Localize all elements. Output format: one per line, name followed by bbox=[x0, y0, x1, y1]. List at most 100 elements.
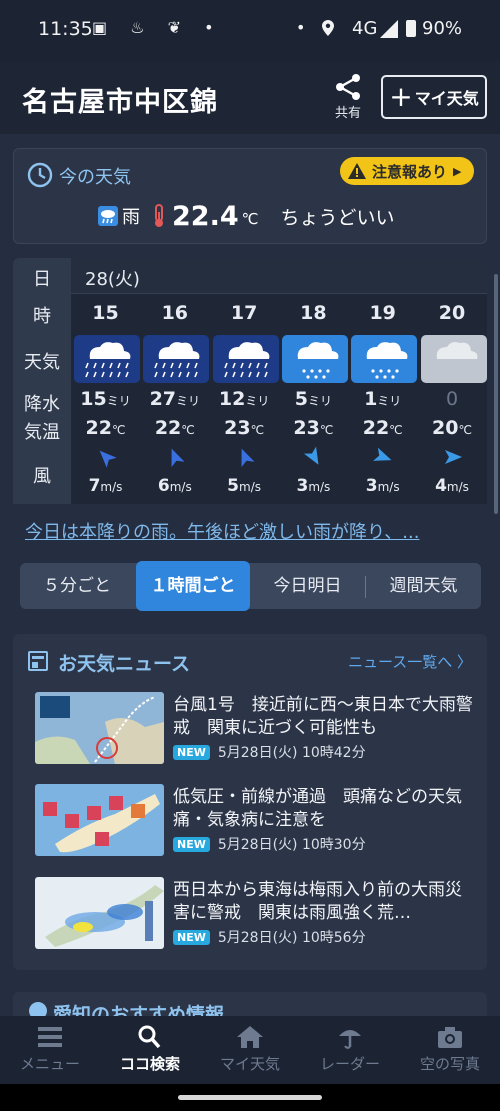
battery-icon bbox=[406, 20, 416, 37]
alert-label: 注意報あり bbox=[372, 162, 448, 181]
precip-cell: 0 bbox=[418, 388, 487, 410]
gesture-bar bbox=[0, 1084, 500, 1111]
temp-cell: 23℃ bbox=[210, 417, 279, 439]
headache-map-thumbnail bbox=[35, 784, 164, 856]
segment-5min[interactable]: ５分ごと bbox=[20, 563, 134, 609]
wind-cell: 4m/s bbox=[418, 476, 487, 496]
forecast-summary-link[interactable]: 今日は本降りの雨。午後ほど激しい雨が降り、... bbox=[25, 518, 419, 544]
nav-label: 空の写真 bbox=[419, 1055, 480, 1073]
hour-column: 20 0 20℃ 4m/s bbox=[418, 294, 487, 504]
news-headline: 低気圧・前線が通過 頭痛などの天気痛・気象病に注意を bbox=[173, 787, 462, 830]
scrollbar[interactable] bbox=[494, 274, 498, 514]
wind-value: 5 bbox=[227, 476, 240, 496]
temp-cell: 23℃ bbox=[279, 417, 348, 439]
hour-label: 16 bbox=[161, 302, 189, 324]
news-item[interactable]: 台風1号 接近前に西～東日本で大雨警戒 関東に近づく可能性も NEW 5月28日(… bbox=[35, 692, 475, 766]
status-time: 11:35 bbox=[38, 18, 93, 40]
nav-label: ココ検索 bbox=[119, 1055, 180, 1073]
share-button[interactable]: 共有 bbox=[330, 70, 366, 126]
home-indicator[interactable] bbox=[178, 1095, 322, 1100]
row-label-hour: 時 bbox=[33, 306, 51, 327]
new-badge: NEW bbox=[173, 836, 210, 852]
interval-segmented-control[interactable]: ５分ごと １時間ごと 今日明日 週間天気 bbox=[20, 561, 481, 611]
warning-icon bbox=[348, 163, 366, 179]
precip-cell: 12ミリ bbox=[210, 388, 279, 410]
new-badge: NEW bbox=[173, 744, 210, 760]
hour-label: 18 bbox=[300, 302, 327, 324]
rain-icon bbox=[98, 206, 118, 226]
hour-label: 17 bbox=[230, 302, 258, 324]
current-weather-card[interactable]: 今の天気 注意報あり ▶ 雨 22.4 ℃ ちょうどいい bbox=[13, 148, 487, 244]
news-card: お天気ニュース ニュース一覧へ 〉 台風1号 接近前に西～東日本で大雨警戒 関東… bbox=[13, 634, 487, 970]
main-content[interactable]: 今の天気 注意報あり ▶ 雨 22.4 ℃ ちょうどいい 日 時 天気 降水 気… bbox=[0, 134, 500, 1016]
news-headline: 台風1号 接近前に西～東日本で大雨警戒 関東に近づく可能性も bbox=[173, 695, 473, 738]
hour-column: 19 1ミリ 22℃ 3m/s bbox=[348, 294, 418, 504]
news-item[interactable]: 西日本から東海は梅雨入り前の大雨災害に警戒 関東は雨風強く荒… NEW 5月28日… bbox=[35, 877, 475, 951]
app-header: 名古屋市中区錦 共有 + マイ天気 bbox=[0, 62, 500, 134]
row-label-wind: 風 bbox=[33, 466, 51, 487]
menu-icon bbox=[38, 1027, 62, 1047]
news-item[interactable]: 低気圧・前線が通過 頭痛などの天気痛・気象病に注意を NEW 5月28日(火) 1… bbox=[35, 784, 475, 858]
precip-unit: ミリ bbox=[106, 394, 131, 408]
segment-today-tomorrow[interactable]: 今日明日 bbox=[250, 563, 365, 609]
home-icon bbox=[237, 1026, 263, 1048]
nav-sky-photos[interactable]: 空の写真 bbox=[400, 1016, 500, 1084]
news-meta: NEW 5月28日(火) 10時42分 bbox=[173, 742, 366, 762]
wind-direction-icon bbox=[444, 450, 462, 464]
precip-cell: 5ミリ bbox=[279, 388, 348, 410]
news-date: 5月28日(火) 10時30分 bbox=[217, 837, 366, 853]
pin-icon bbox=[29, 1002, 47, 1016]
add-my-weather-button[interactable]: + マイ天気 bbox=[381, 75, 487, 119]
segment-weekly[interactable]: 週間天気 bbox=[366, 563, 481, 609]
row-label-day: 日 bbox=[33, 269, 51, 290]
precip-value: 15 bbox=[80, 388, 107, 410]
wind-direction-icon bbox=[303, 446, 319, 465]
wind-direction-icon bbox=[99, 450, 117, 468]
hour-column: 15 15ミリ 22℃ 7m/s bbox=[71, 294, 140, 504]
segment-hourly[interactable]: １時間ごと bbox=[136, 561, 250, 611]
nav-radar[interactable]: レーダー bbox=[300, 1016, 400, 1084]
recommended-info-card[interactable]: 愛知のおすすめ情報 bbox=[13, 992, 487, 1016]
signal-icon bbox=[380, 20, 398, 38]
typhoon-map-thumbnail bbox=[35, 692, 164, 764]
current-conditions: 雨 22.4 ℃ ちょうどいい bbox=[98, 199, 395, 233]
hourly-forecast-table[interactable]: 日 時 天気 降水 気温 風 28(火) 15 15ミリ 22℃ 7m/s 16 27ミリ… bbox=[13, 258, 487, 504]
plus-icon: + bbox=[389, 80, 413, 113]
row-label-precip: 降水 bbox=[24, 394, 60, 415]
precip-value: 12 bbox=[218, 388, 246, 410]
precip-unit: ミリ bbox=[377, 394, 402, 408]
hour-column: 17 12ミリ 23℃ 5m/s bbox=[210, 294, 279, 504]
alert-badge[interactable]: 注意報あり ▶ bbox=[340, 157, 474, 185]
wind-cell: 5m/s bbox=[210, 476, 279, 496]
feel-description: ちょうどいい bbox=[280, 206, 395, 229]
temp-cell: 22℃ bbox=[140, 417, 209, 439]
precip-cell: 1ミリ bbox=[348, 388, 417, 410]
precip-unit: ミリ bbox=[308, 394, 333, 408]
temp-unit: ℃ bbox=[250, 423, 265, 437]
temp-value: 20 bbox=[432, 417, 459, 439]
share-icon bbox=[336, 74, 360, 100]
rain-icon bbox=[281, 335, 348, 383]
temp-value: 22 bbox=[154, 417, 182, 439]
temp-cell: 20℃ bbox=[418, 417, 487, 439]
day-row: 28(火) bbox=[71, 258, 487, 294]
nav-label: レーダー bbox=[319, 1055, 380, 1073]
nav-my-weather[interactable]: マイ天気 bbox=[200, 1016, 300, 1084]
wind-unit: m/s bbox=[100, 480, 123, 494]
nav-menu[interactable]: メニュー bbox=[0, 1016, 100, 1084]
radar-icon bbox=[339, 1030, 361, 1049]
wind-cell: 7m/s bbox=[71, 476, 140, 496]
wind-direction-icon bbox=[373, 447, 392, 461]
battery-percent: 90% bbox=[422, 18, 463, 39]
precip-value: 0 bbox=[445, 388, 459, 410]
thermometer-icon bbox=[155, 204, 163, 227]
nav-search[interactable]: ココ検索 bbox=[100, 1016, 200, 1084]
news-list-link[interactable]: ニュース一覧へ 〉 bbox=[348, 651, 472, 672]
current-temperature: 22.4 bbox=[172, 200, 239, 232]
cloud-icon bbox=[420, 335, 487, 383]
search-icon bbox=[138, 1025, 161, 1049]
precip-value: 27 bbox=[149, 388, 177, 410]
clock-icon bbox=[27, 162, 53, 188]
precip-unit: ミリ bbox=[176, 394, 201, 408]
day-label: 28(火) bbox=[85, 269, 140, 290]
